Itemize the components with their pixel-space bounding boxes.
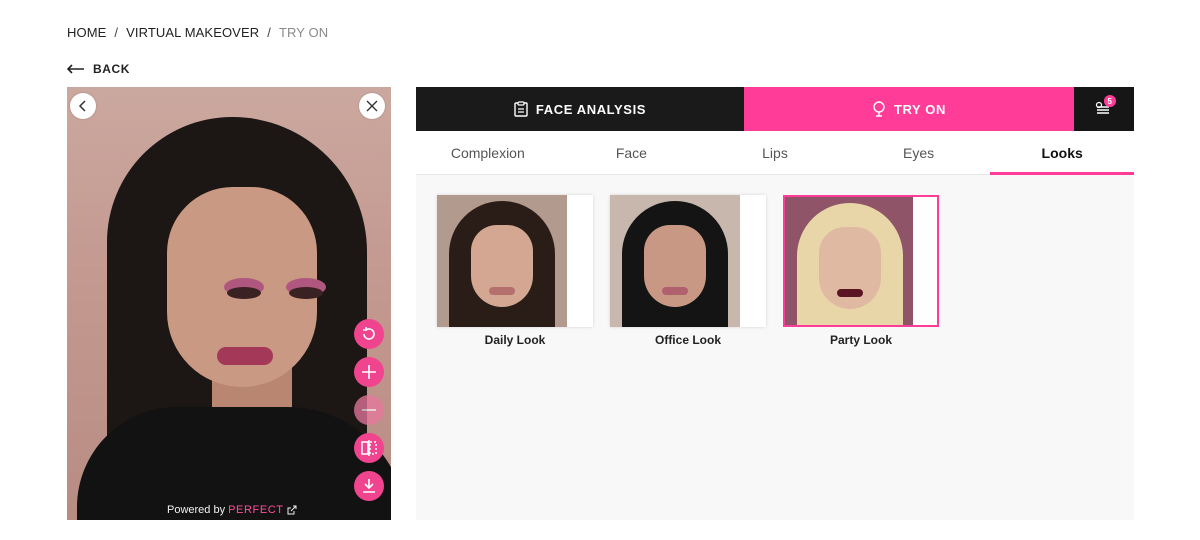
external-link-icon[interactable] — [287, 505, 297, 515]
look-label: Party Look — [829, 333, 892, 347]
breadcrumb-virtual-makeover[interactable]: VIRTUAL MAKEOVER — [126, 25, 259, 40]
breadcrumb: HOME / VIRTUAL MAKEOVER / TRY ON — [67, 25, 328, 40]
powered-by: Powered by PERFECT — [167, 504, 297, 516]
model-eye — [289, 287, 323, 299]
look-photo — [785, 197, 913, 325]
look-photo — [437, 195, 567, 327]
zoom-out-icon — [362, 409, 376, 411]
look-item-office[interactable]: Office Look — [610, 195, 766, 347]
model-lips — [217, 347, 273, 365]
look-thumbnail[interactable] — [437, 195, 593, 327]
zoom-in-icon — [362, 365, 376, 379]
looks-list: Daily Look Office Look Party Look — [437, 195, 939, 347]
breadcrumb-separator: / — [267, 25, 271, 40]
look-thumbnail[interactable] — [610, 195, 766, 327]
tab-face[interactable]: Face — [560, 131, 704, 174]
makeup-panel: FACE ANALYSIS TRY ON 5 Complexion Face L… — [416, 87, 1134, 520]
history-button[interactable]: 5 — [1074, 87, 1134, 131]
mode-bar: FACE ANALYSIS TRY ON 5 — [416, 87, 1134, 131]
model-eye — [227, 287, 261, 299]
reset-button[interactable] — [354, 319, 384, 349]
zoom-out-button[interactable] — [354, 395, 384, 425]
powered-by-label: Powered by — [167, 504, 226, 516]
breadcrumb-home[interactable]: HOME — [67, 25, 106, 40]
tab-looks[interactable]: Looks — [990, 131, 1134, 175]
look-photo — [610, 195, 740, 327]
camera-preview: Powered by PERFECT — [67, 87, 391, 520]
face-analysis-label: FACE ANALYSIS — [535, 101, 647, 117]
compare-button[interactable] — [354, 433, 384, 463]
arrow-left-icon — [67, 64, 84, 74]
mirror-icon — [873, 101, 885, 117]
compare-icon — [361, 440, 377, 456]
close-button[interactable] — [359, 93, 385, 119]
look-label: Office Look — [654, 333, 721, 347]
look-label: Daily Look — [484, 333, 546, 347]
try-on-button[interactable]: TRY ON — [744, 87, 1074, 131]
try-on-label: TRY ON — [894, 101, 946, 117]
close-icon — [366, 100, 378, 112]
viewer-toolbar — [354, 319, 384, 501]
reset-icon — [363, 327, 375, 340]
powered-by-brand-link[interactable]: PERFECT — [228, 504, 284, 516]
face-analysis-button[interactable]: FACE ANALYSIS — [416, 87, 744, 131]
category-tabs: Complexion Face Lips Eyes Looks — [416, 131, 1134, 175]
breadcrumb-separator: / — [114, 25, 119, 40]
back-button[interactable]: BACK — [67, 62, 130, 76]
history-count-badge: 5 — [1104, 95, 1116, 107]
look-item-party[interactable]: Party Look — [783, 195, 939, 347]
clipboard-icon — [514, 101, 528, 117]
previous-button[interactable] — [70, 93, 96, 119]
download-button[interactable] — [354, 471, 384, 501]
download-icon — [363, 479, 375, 493]
tab-eyes[interactable]: Eyes — [847, 131, 991, 174]
chevron-left-icon — [78, 100, 86, 112]
look-thumbnail-selected[interactable] — [783, 195, 939, 327]
back-label: BACK — [93, 62, 131, 76]
tab-complexion[interactable]: Complexion — [416, 131, 560, 174]
tab-lips[interactable]: Lips — [703, 131, 847, 174]
look-item-daily[interactable]: Daily Look — [437, 195, 593, 347]
zoom-in-button[interactable] — [354, 357, 384, 387]
breadcrumb-current: TRY ON — [278, 25, 329, 40]
